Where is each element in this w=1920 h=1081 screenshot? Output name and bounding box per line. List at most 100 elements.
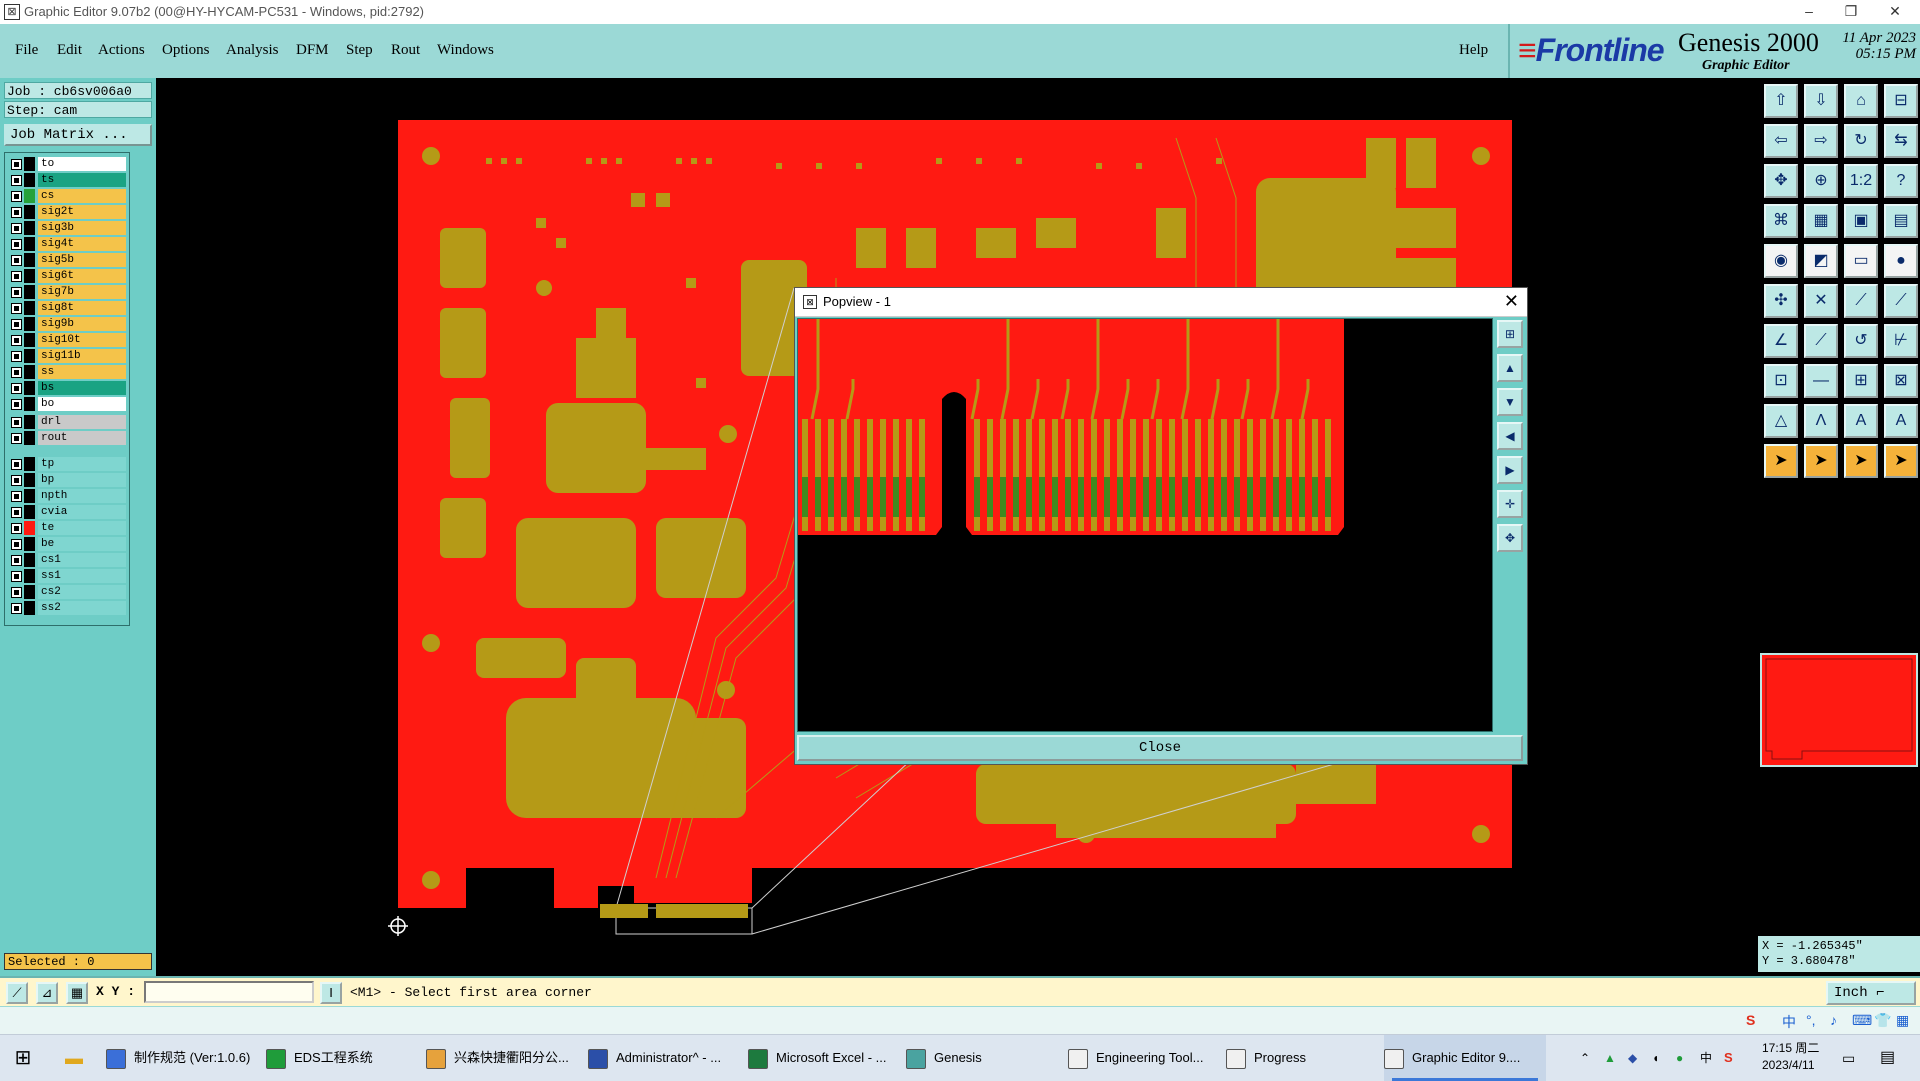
layer-name[interactable]: drl (38, 415, 126, 429)
layer-name[interactable]: to (38, 157, 126, 171)
layer-name[interactable]: sig2t (38, 205, 126, 219)
node-tool-icon[interactable]: ✣ (1764, 284, 1798, 318)
tray-ime-icon[interactable]: 中 (1700, 1035, 1718, 1081)
menu-windows[interactable]: Windows (437, 42, 494, 59)
taskbar-item[interactable]: 兴森快捷衢阳分公... (426, 1035, 582, 1081)
layer-checkbox[interactable] (11, 159, 22, 170)
rotate-icon[interactable]: ↻ (1844, 124, 1878, 158)
layer-row-drl[interactable]: drl (8, 415, 128, 430)
layer-row-cs1[interactable]: cs1 (8, 553, 128, 568)
layer-checkbox[interactable] (11, 223, 22, 234)
layer-checkbox[interactable] (11, 351, 22, 362)
measure-mode-icon[interactable]: ⊿ (36, 982, 58, 1004)
layer-name[interactable]: ss1 (38, 569, 126, 583)
slope-tool-icon[interactable]: ⟋ (1804, 324, 1838, 358)
pointer-c-icon[interactable]: ➤ (1844, 444, 1878, 478)
pointer-b-icon[interactable]: ➤ (1804, 444, 1838, 478)
menu-dfm[interactable]: DFM (296, 42, 329, 59)
layer-checkbox[interactable] (11, 491, 22, 502)
arc-tool-icon[interactable]: ↺ (1844, 324, 1878, 358)
layer-color-swatch[interactable] (24, 381, 35, 395)
taskbar-item[interactable]: EDS工程系统 (266, 1035, 416, 1081)
layer-color-swatch[interactable] (24, 269, 35, 283)
frame-icon[interactable]: ⊠ (1884, 364, 1918, 398)
layer-row-cs[interactable]: cs (8, 189, 128, 204)
layer-checkbox[interactable] (11, 433, 22, 444)
triangle-b-icon[interactable]: Λ (1804, 404, 1838, 438)
layer-name[interactable]: sig10t (38, 333, 126, 347)
layer-row-tp[interactable]: tp (8, 457, 128, 472)
layer-color-swatch[interactable] (24, 157, 35, 171)
layer-row-sig10t[interactable]: sig10t (8, 333, 128, 348)
layer-name[interactable]: sig11b (38, 349, 126, 363)
layer-checkbox[interactable] (11, 303, 22, 314)
layout-icon[interactable]: ⊟ (1884, 84, 1918, 118)
tray-volume-icon[interactable]: ◖ (1652, 1035, 1670, 1081)
layer-row-te[interactable]: te (8, 521, 128, 536)
grid-icon[interactable]: ▦ (1804, 204, 1838, 238)
popview-canvas[interactable] (797, 318, 1493, 732)
layer-color-swatch[interactable] (24, 521, 35, 535)
layer-row-sig11b[interactable]: sig11b (8, 349, 128, 364)
layer-checkbox[interactable] (11, 383, 22, 394)
layer-row-bs[interactable]: bs (8, 381, 128, 396)
layer-row-ss1[interactable]: ss1 (8, 569, 128, 584)
layer-name[interactable]: be (38, 537, 126, 551)
help-icon[interactable]: ? (1884, 164, 1918, 198)
menu-rout[interactable]: Rout (391, 42, 420, 59)
layer-checkbox[interactable] (11, 239, 22, 250)
close-window-button[interactable]: ✕ (1872, 0, 1918, 24)
fill-tool-icon[interactable]: ◩ (1804, 244, 1838, 278)
layer-color-swatch[interactable] (24, 205, 35, 219)
scale-icon[interactable]: 1:2 (1844, 164, 1878, 198)
menu-step[interactable]: Step (346, 42, 373, 59)
layer-name[interactable]: te (38, 521, 126, 535)
taskbar-item[interactable]: Progress (1226, 1035, 1376, 1081)
layer-name[interactable]: sig9b (38, 317, 126, 331)
units-selector[interactable]: Inch ⌐ (1826, 981, 1916, 1005)
layer-row-sig2t[interactable]: sig2t (8, 205, 128, 220)
layer-checkbox[interactable] (11, 335, 22, 346)
ime-mic-icon[interactable]: ♪ (1830, 1012, 1837, 1028)
layer-checkbox[interactable] (11, 367, 22, 378)
layer-name[interactable]: sig3b (38, 221, 126, 235)
select-box-icon[interactable]: ⊡ (1764, 364, 1798, 398)
measure-icon[interactable]: ⊞ (1844, 364, 1878, 398)
layer-color-swatch[interactable] (24, 601, 35, 615)
pointer-d-icon[interactable]: ➤ (1884, 444, 1918, 478)
triangle-d-icon[interactable]: A (1884, 404, 1918, 438)
menu-help[interactable]: Help (1459, 42, 1488, 59)
layer-name[interactable]: tp (38, 457, 126, 471)
popview-close-icon[interactable]: ✕ (1504, 291, 1519, 312)
layer-color-swatch[interactable] (24, 189, 35, 203)
tray-network-icon[interactable]: ◆ (1628, 1035, 1646, 1081)
tray-app-icon[interactable]: ▲ (1604, 1035, 1622, 1081)
taskbar-item[interactable]: Genesis (906, 1035, 1056, 1081)
menu-actions[interactable]: Actions (98, 42, 145, 59)
layer-checkbox[interactable] (11, 175, 22, 186)
layer-color-swatch[interactable] (24, 505, 35, 519)
layer-row-bp[interactable]: bp (8, 473, 128, 488)
zoom-fit-icon[interactable]: ✥ (1764, 164, 1798, 198)
layer-color-swatch[interactable] (24, 301, 35, 315)
connector-zoom-view[interactable] (798, 319, 1492, 731)
overview-minimap[interactable] (1760, 653, 1918, 767)
layer-name[interactable]: bo (38, 397, 126, 411)
menu-options[interactable]: Options (162, 42, 210, 59)
layer-checkbox[interactable] (11, 319, 22, 330)
sogou-ime-icon[interactable]: S (1746, 1012, 1755, 1028)
layer-row-rout[interactable]: rout (8, 431, 128, 446)
taskbar-item[interactable]: Administrator^ - ... (588, 1035, 738, 1081)
triangle-a-icon[interactable]: △ (1764, 404, 1798, 438)
job-matrix-button[interactable]: Job Matrix ... (4, 124, 152, 146)
snap-b-icon[interactable]: ▤ (1884, 204, 1918, 238)
popview-pan-up-icon[interactable]: ▲ (1497, 354, 1523, 382)
layer-row-ss2[interactable]: ss2 (8, 601, 128, 616)
layer-checkbox[interactable] (11, 539, 22, 550)
layer-name[interactable]: bs (38, 381, 126, 395)
angle-tool-icon[interactable]: ∠ (1764, 324, 1798, 358)
taskbar-item[interactable]: Graphic Editor 9.... (1384, 1035, 1546, 1081)
taskbar-item[interactable]: Microsoft Excel - ... (748, 1035, 898, 1081)
layer-color-swatch[interactable] (24, 173, 35, 187)
layer-checkbox[interactable] (11, 287, 22, 298)
